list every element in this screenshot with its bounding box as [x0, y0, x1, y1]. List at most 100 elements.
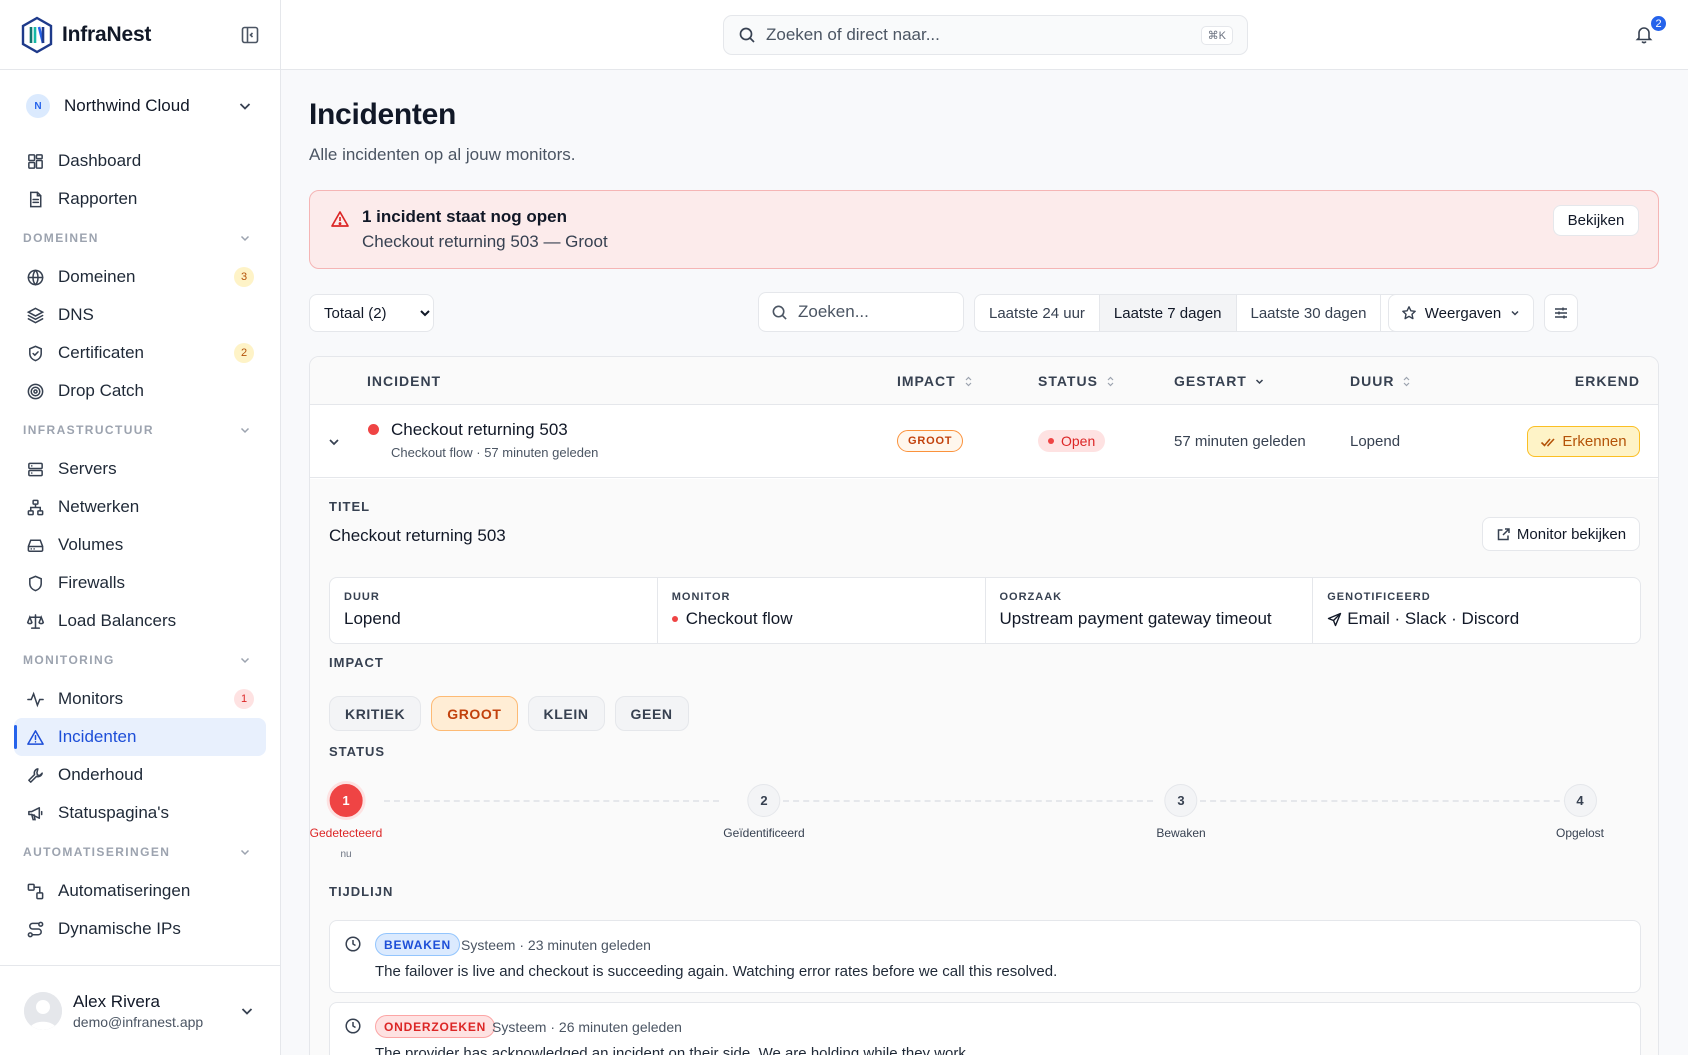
sidebar-item-onderhoud[interactable]: Onderhoud	[14, 756, 266, 794]
sidebar-item-incidenten[interactable]: Incidenten	[14, 718, 266, 756]
incident-search[interactable]	[758, 292, 964, 332]
sidebar-item-label: Dynamische IPs	[58, 919, 181, 938]
incidents-table: INCIDENT IMPACT STATUS GESTART DUUR ERKE…	[309, 356, 1659, 1055]
table-header: INCIDENT IMPACT STATUS GESTART DUUR ERKE…	[310, 357, 1658, 405]
sidebar-item-volumes[interactable]: Volumes	[14, 526, 266, 564]
external-link-icon	[1497, 527, 1510, 540]
sidebar-item-label: Netwerken	[58, 497, 140, 516]
incident-search-input[interactable]	[798, 302, 938, 322]
sidebar-item-firewalls[interactable]: Firewalls	[14, 564, 266, 602]
views-button[interactable]: Weergaven	[1388, 294, 1534, 332]
info-duration: DUUR Lopend	[330, 578, 658, 643]
impact-badge: GROOT	[897, 430, 964, 452]
sidebar-collapse-icon[interactable]	[240, 25, 260, 45]
sidebar-section-domeinen[interactable]: DOMEINEN	[0, 218, 280, 258]
sidebar-section-automatiseringen[interactable]: AUTOMATISERINGEN	[0, 832, 280, 872]
impact-option-kritiek[interactable]: KRITIEK	[329, 696, 422, 731]
table-row[interactable]: Checkout returning 503 Checkout flow · 5…	[310, 405, 1658, 478]
column-header-status[interactable]: STATUS	[1038, 373, 1116, 389]
sidebar-item-monitors[interactable]: Monitors 1	[14, 680, 266, 718]
column-header-duration[interactable]: DUUR	[1350, 373, 1412, 389]
sidebar-item-domeinen[interactable]: Domeinen 3	[14, 258, 266, 296]
sidebar-item-label: Servers	[58, 459, 117, 478]
wrench-icon	[28, 767, 43, 783]
sidebar-item-statuspagina-s[interactable]: Statuspagina's	[14, 794, 266, 832]
acknowledge-button[interactable]: Erkennen	[1527, 426, 1640, 457]
status-step-opgelost[interactable]: 4 Opgelost	[1556, 784, 1604, 840]
sidebar-item-label: Volumes	[58, 535, 124, 554]
shortcut-hint: ⌘K	[1200, 25, 1233, 45]
sidebar-item-label: Onderhoud	[58, 765, 144, 784]
chevron-down-icon[interactable]	[326, 434, 342, 450]
sidebar-item-label: Load Balancers	[58, 611, 177, 630]
org-switcher[interactable]: N Northwind Cloud	[0, 70, 280, 142]
alert-triangle-icon	[331, 211, 349, 227]
column-header-incident: INCIDENT	[367, 373, 442, 389]
range-laatste-7-dagen[interactable]: Laatste 7 dagen	[1099, 295, 1237, 331]
column-header-impact[interactable]: IMPACT	[897, 373, 974, 389]
megaphone-icon	[28, 806, 43, 820]
shield-icon	[29, 575, 42, 591]
sidebar-item-servers[interactable]: Servers	[14, 450, 266, 488]
timeline-label: TIJDLIJN	[329, 884, 394, 899]
sidebar-item-drop-catch[interactable]: Drop Catch	[14, 372, 266, 410]
target-icon	[27, 383, 44, 399]
avatar	[24, 991, 62, 1030]
duration-value: Lopend	[1350, 433, 1401, 450]
timeline-meta: Systeem · 23 minuten geleden	[461, 937, 651, 953]
timeline-entry: BEWAKEN Systeem · 23 minuten geleden The f…	[329, 920, 1641, 993]
status-step-gedetecteerd[interactable]: 1 Gedetecteerd nu	[309, 784, 383, 860]
sidebar-item-dns[interactable]: DNS	[14, 296, 266, 334]
brand-name: InfraNest	[62, 22, 152, 46]
status-step-ge-dentificeerd[interactable]: 2 Geïdentificeerd	[723, 784, 805, 840]
clock-icon	[345, 936, 361, 952]
sidebar-item-automatiseringen[interactable]: Automatiseringen	[14, 872, 266, 910]
total-filter-select[interactable]: Totaal (2)	[309, 294, 434, 332]
sidebar-item-rapporten[interactable]: Rapporten	[14, 180, 266, 218]
chevron-down-icon	[240, 235, 250, 242]
view-monitor-button[interactable]: Monitor bekijken	[1482, 517, 1640, 551]
filter-bar: Totaal (2) Laatste 24 uurLaatste 7 dagen…	[309, 292, 1659, 332]
sort-icon	[965, 376, 972, 386]
global-search-input[interactable]	[766, 25, 1201, 45]
info-monitor: MONITOR Checkout flow	[658, 578, 986, 643]
hard-drive-icon	[27, 539, 44, 552]
step-label: Bewaken	[1156, 826, 1206, 840]
step-label: Opgelost	[1555, 826, 1605, 840]
range-laatste-30-dagen[interactable]: Laatste 30 dagen	[1237, 295, 1382, 331]
sidebar-nav: Dashboard Rapporten DOMEINEN Domeinen 3 DNS Ce…	[0, 142, 280, 948]
timeline-entry: ONDERZOEKEN Systeem · 26 minuten geleden T…	[329, 1002, 1641, 1055]
notification-count: 2	[1649, 14, 1668, 33]
impact-option-groot[interactable]: GROOT	[431, 696, 518, 731]
step-label: Gedetecteerd	[309, 826, 383, 840]
sidebar-item-certificaten[interactable]: Certificaten 2	[14, 334, 266, 372]
sidebar-item-load-balancers[interactable]: Load Balancers	[14, 602, 266, 640]
column-header-started[interactable]: GESTART	[1174, 373, 1265, 389]
global-search[interactable]: ⌘K	[723, 15, 1248, 55]
view-alert-button[interactable]: Bekijken	[1553, 205, 1639, 236]
activity-icon	[27, 691, 44, 707]
impact-option-klein[interactable]: KLEIN	[527, 696, 605, 731]
timeline-tag: BEWAKEN	[375, 933, 460, 956]
sidebar-section-monitoring[interactable]: MONITORING	[0, 640, 280, 680]
clock-icon	[345, 1018, 361, 1034]
sidebar-item-label: Incidenten	[58, 727, 137, 746]
column-settings-button[interactable]	[1544, 294, 1578, 332]
sidebar-item-dashboard[interactable]: Dashboard	[14, 142, 266, 180]
sidebar-item-netwerken[interactable]: Netwerken	[14, 488, 266, 526]
status-step-bewaken[interactable]: 3 Bewaken	[1156, 784, 1206, 840]
range-laatste-24-uur[interactable]: Laatste 24 uur	[975, 295, 1100, 331]
sort-icon	[1107, 376, 1114, 386]
user-menu[interactable]: Alex Rivera demo@infranest.app	[0, 965, 280, 1055]
impact-option-geen[interactable]: GEEN	[614, 696, 689, 731]
chevron-down-icon	[240, 657, 250, 664]
chevron-down-icon	[241, 1007, 253, 1015]
sidebar-section-infrastructuur[interactable]: INFRASTRUCTUUR	[0, 410, 280, 450]
dashboard-icon	[28, 153, 43, 169]
sliders-icon	[1555, 307, 1567, 319]
incident-title: Checkout returning 503	[391, 420, 568, 439]
sidebar-item-label: Drop Catch	[58, 381, 144, 400]
info-notified: GENOTIFICEERD Email · Slack · Discord	[1327, 591, 1520, 628]
sidebar-item-dynamische-ips[interactable]: Dynamische IPs	[14, 910, 266, 948]
org-badge: N	[26, 94, 50, 118]
